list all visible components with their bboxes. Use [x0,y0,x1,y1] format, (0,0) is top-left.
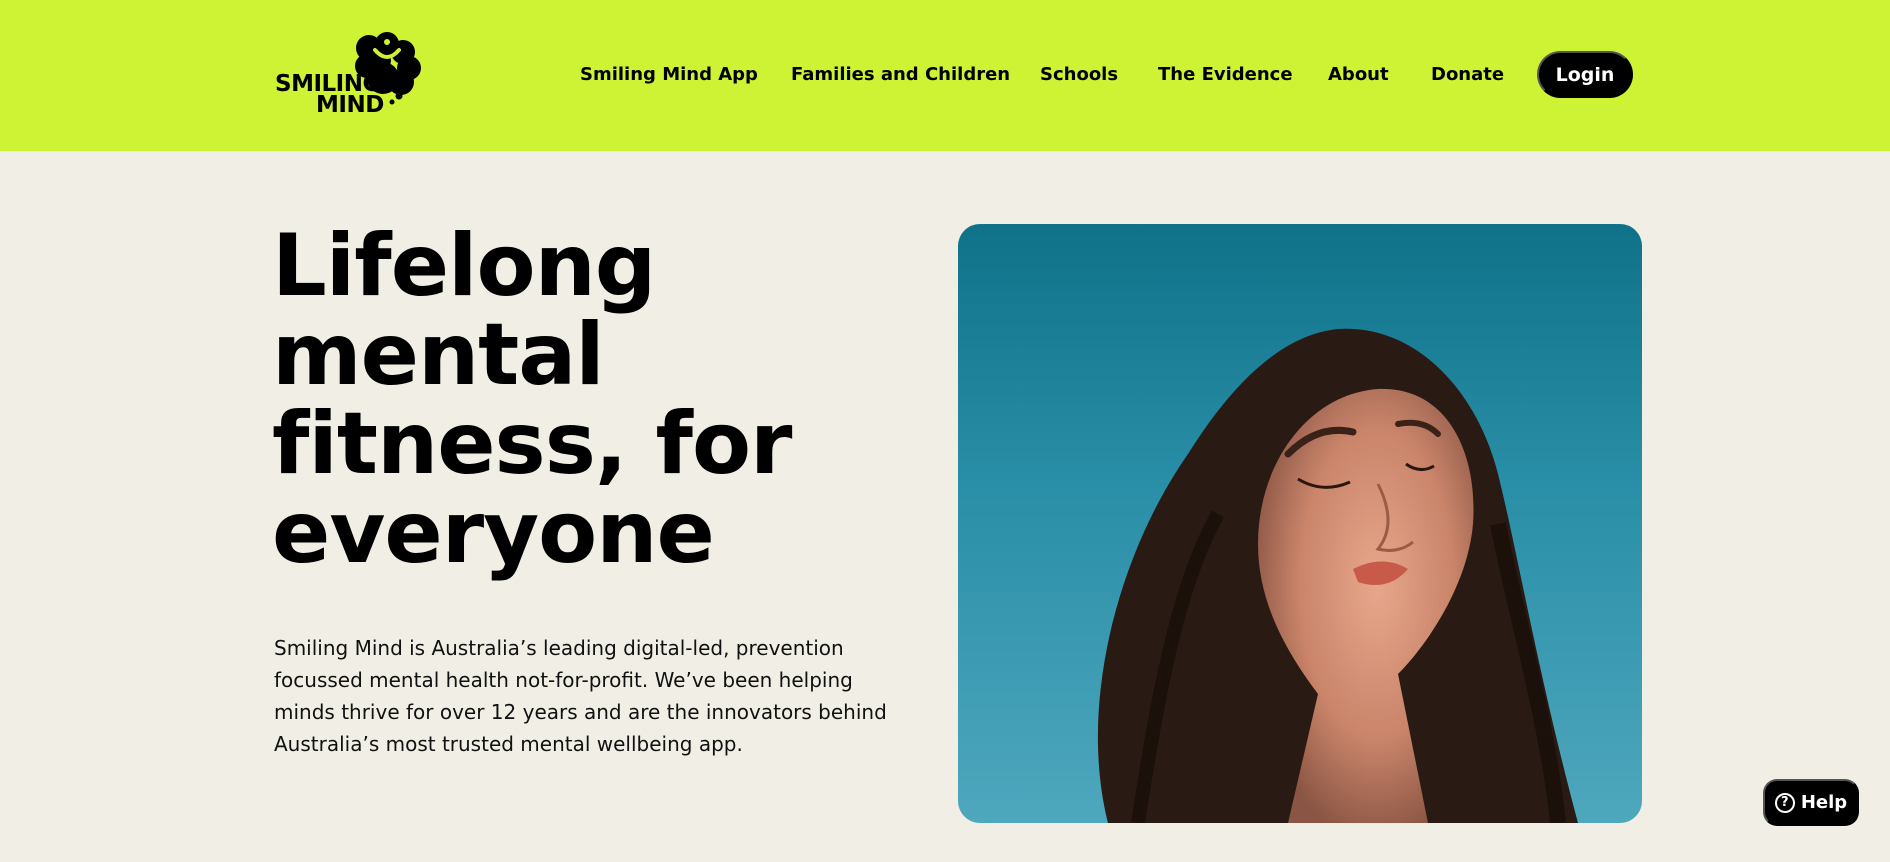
nav-donate[interactable]: Donate [1431,62,1504,88]
hero-image [958,224,1642,823]
main-nav: Smiling Mind App Families and Children S… [540,0,1890,151]
hero-description: Smiling Mind is Australia’s leading digi… [274,636,887,756]
nav-families-and-children[interactable]: Families and Children [791,62,1010,88]
site-header: SMILING MIND Smiling Mind App Families a… [0,0,1890,151]
woman-portrait-illustration [1097,328,1578,823]
nav-schools[interactable]: Schools [1040,62,1118,88]
nav-about[interactable]: About [1328,62,1389,88]
help-button[interactable]: ? Help [1763,779,1859,826]
hero-title: Lifelong mental fitness, for everyone [272,216,792,583]
nav-smiling-mind-app[interactable]: Smiling Mind App [580,62,758,88]
help-label: Help [1800,792,1848,813]
question-circle-icon: ? [1774,792,1795,813]
logo-text-line2: MIND [316,92,384,118]
smiling-mind-logo[interactable]: SMILING MIND [274,32,421,118]
nav-the-evidence[interactable]: The Evidence [1158,62,1293,88]
login-button[interactable]: Login [1537,51,1633,98]
